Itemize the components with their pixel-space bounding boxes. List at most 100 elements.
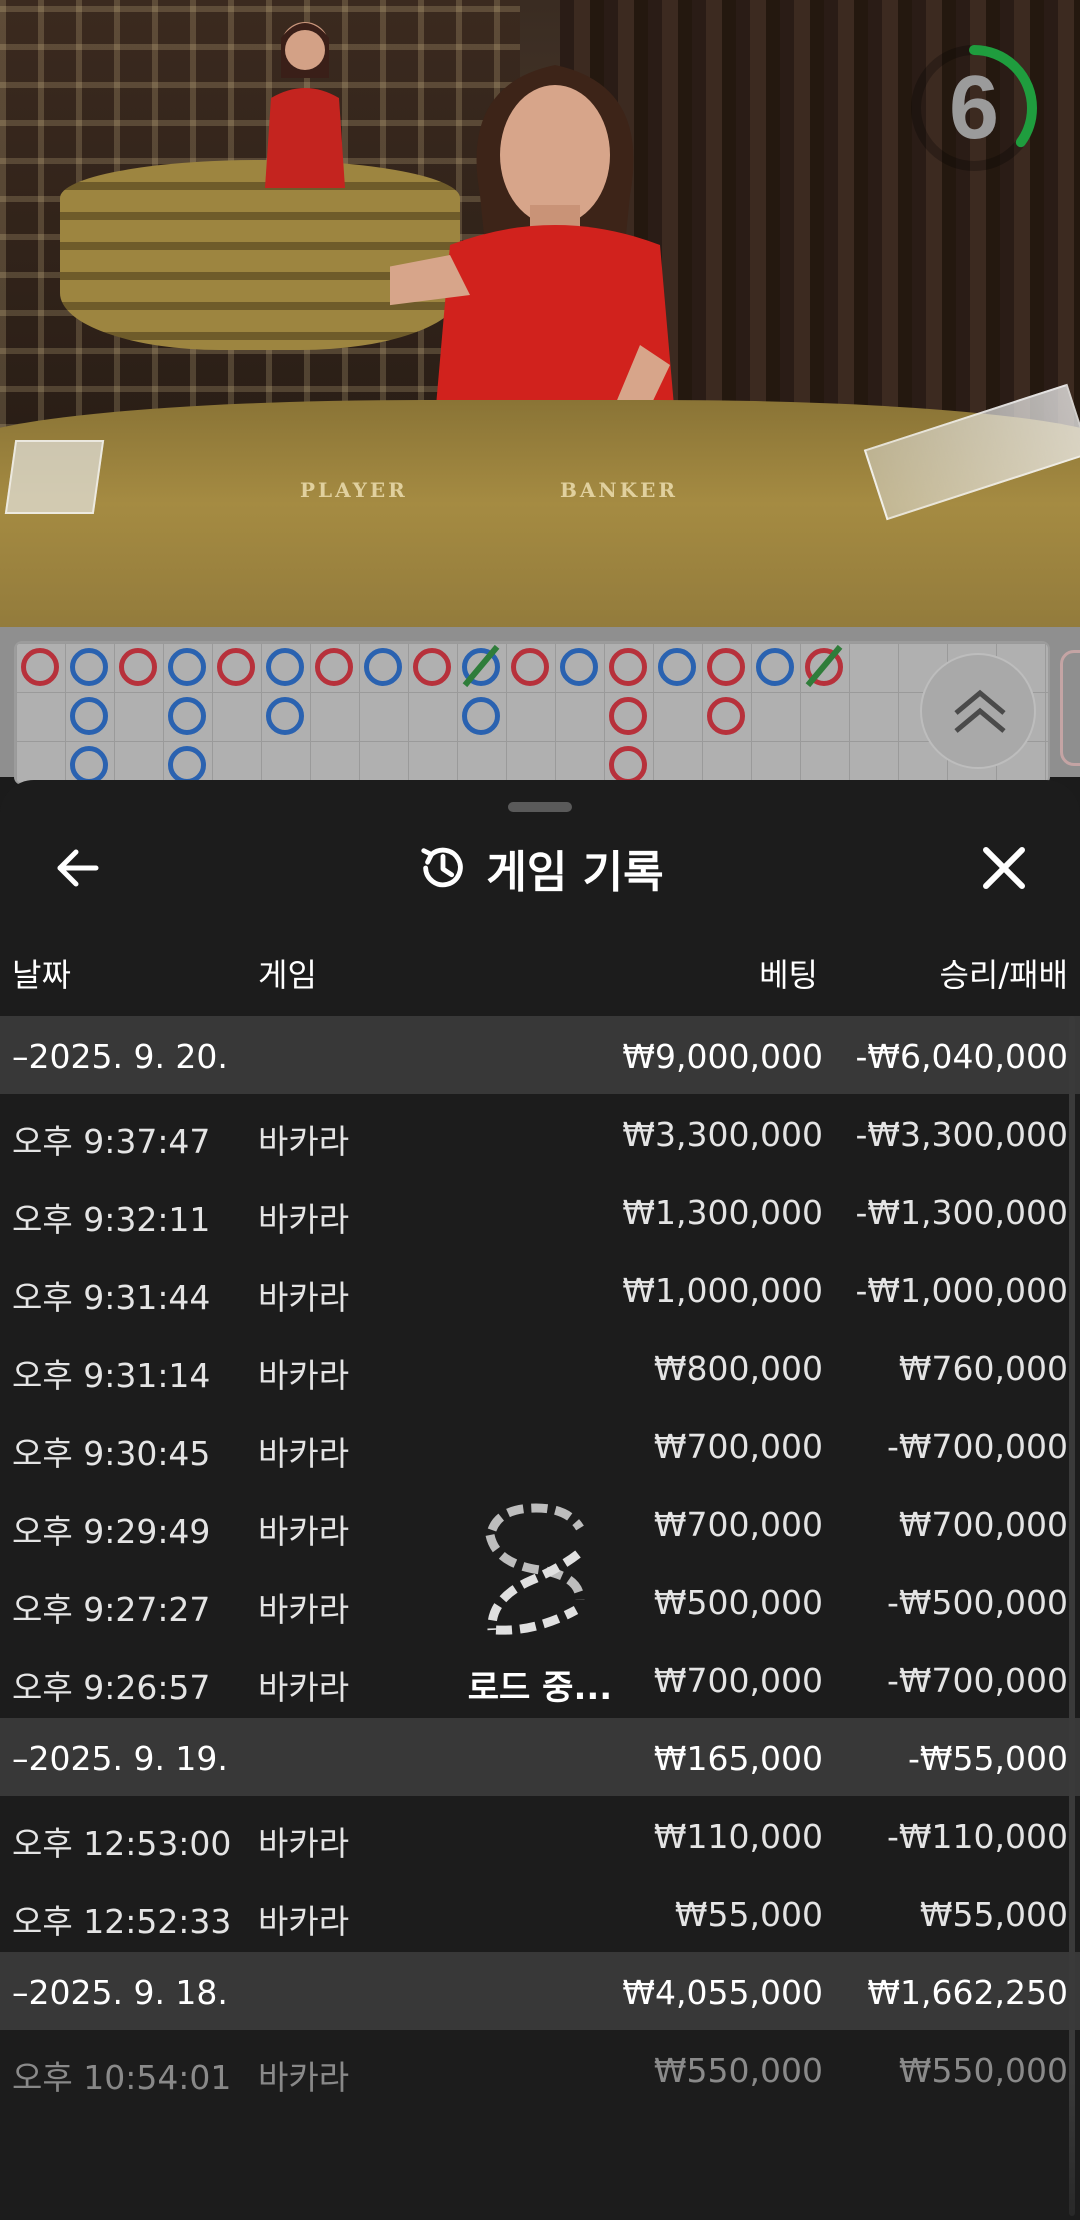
live-video-feed: PLAYER BANKER 6 [0, 0, 1080, 627]
row-bet: ₩55,000 [674, 1895, 823, 1934]
row-date: –2025. 9. 19. [12, 1739, 228, 1778]
bead-red [609, 746, 647, 784]
bead-red [707, 648, 745, 686]
row-game: 바카라 [258, 1824, 350, 1863]
sheet-header: 게임 기록 [0, 828, 1080, 908]
bead-red [707, 697, 745, 735]
row-game: 바카라 [258, 2058, 350, 2097]
bead-blue [462, 697, 500, 735]
row-bet: ₩800,000 [653, 1349, 823, 1388]
row-date: –2025. 9. 18. [12, 1973, 228, 2012]
expand-road-button[interactable] [920, 653, 1036, 769]
row-game: 바카라 [258, 1356, 350, 1395]
close-icon [983, 847, 1025, 889]
table-row[interactable]: 오후 12:52:33 바카라 ₩55,000 ₩55,000 [0, 1874, 1080, 1952]
row-bet: ₩700,000 [653, 1505, 823, 1544]
row-date: –2025. 9. 20. [12, 1037, 228, 1076]
bead-red [609, 648, 647, 686]
row-winloss: -₩55,000 [907, 1739, 1068, 1778]
row-bet: ₩700,000 [653, 1661, 823, 1700]
card-shoe [4, 440, 105, 514]
row-game: 바카라 [258, 1668, 350, 1707]
row-date: 오후 9:30:45 [12, 1434, 211, 1473]
row-date: 오후 10:54:01 [12, 2058, 232, 2097]
felt-banker-label: BANKER [560, 478, 678, 502]
bead-blue [70, 697, 108, 735]
row-date: 오후 9:31:14 [12, 1356, 211, 1395]
table-row[interactable]: 오후 9:30:45 바카라 ₩700,000 -₩700,000 [0, 1406, 1080, 1484]
row-bet: ₩110,000 [653, 1817, 823, 1856]
row-winloss: -₩700,000 [886, 1661, 1068, 1700]
secondary-road-edge[interactable] [1060, 650, 1080, 766]
countdown-timer-value: 6 [948, 58, 1000, 158]
row-winloss: -₩500,000 [886, 1583, 1068, 1622]
header-date: 날짜 [12, 956, 71, 994]
row-winloss: -₩700,000 [886, 1427, 1068, 1466]
bead-red [413, 648, 451, 686]
table-row[interactable]: –2025. 9. 19. ₩165,000 -₩55,000 [0, 1718, 1080, 1796]
history-icon [421, 847, 464, 888]
table-row[interactable]: 오후 12:53:00 바카라 ₩110,000 -₩110,000 [0, 1796, 1080, 1874]
sheet-title: 게임 기록 [486, 847, 664, 898]
sheet-drag-handle[interactable] [508, 802, 572, 812]
row-game: 바카라 [258, 1200, 350, 1239]
bead-blue [560, 648, 598, 686]
row-game: 바카라 [258, 1902, 350, 1941]
header-game: 게임 [258, 956, 317, 994]
bead-red [21, 648, 59, 686]
row-bet: ₩1,300,000 [622, 1193, 823, 1232]
bead-blue [168, 697, 206, 735]
bead-red [217, 648, 255, 686]
loading-text: 로드 중... [467, 1668, 613, 1708]
chevron-double-up-icon [954, 689, 1006, 733]
row-date: 오후 9:31:44 [12, 1278, 211, 1317]
row-winloss: ₩760,000 [898, 1349, 1068, 1388]
bead-blue [364, 648, 402, 686]
row-date: 오후 12:52:33 [12, 1902, 232, 1941]
bead-blue [168, 648, 206, 686]
table-row[interactable]: 오후 9:37:47 바카라 ₩3,300,000 -₩3,300,000 [0, 1094, 1080, 1172]
row-bet: ₩500,000 [653, 1583, 823, 1622]
table-row[interactable]: 오후 9:32:11 바카라 ₩1,300,000 -₩1,300,000 [0, 1172, 1080, 1250]
row-game: 바카라 [258, 1278, 350, 1317]
header-winloss: 승리/패배 [939, 956, 1068, 994]
row-bet: ₩1,000,000 [622, 1271, 823, 1310]
row-date: 오후 9:27:27 [12, 1590, 211, 1629]
background-dealer [265, 22, 345, 188]
bead-red [609, 697, 647, 735]
close-button[interactable] [976, 840, 1032, 896]
table-row[interactable]: –2025. 9. 20. ₩9,000,000 -₩6,040,000 [0, 1016, 1080, 1094]
table-row[interactable]: 오후 10:54:01 바카라 ₩550,000 ₩550,000 [0, 2030, 1080, 2108]
row-bet: ₩4,055,000 [622, 1973, 823, 2012]
row-winloss: ₩700,000 [898, 1505, 1068, 1544]
table-row[interactable]: 오후 9:31:44 바카라 ₩1,000,000 -₩1,000,000 [0, 1250, 1080, 1328]
row-date: 오후 9:26:57 [12, 1668, 211, 1707]
game-history-sheet: 게임 기록 날짜 게임 베팅 승리/패배 –2025. 9. 20. ₩9,00… [0, 780, 1080, 2220]
table-row[interactable]: 오후 9:31:14 바카라 ₩800,000 ₩760,000 [0, 1328, 1080, 1406]
bead-red [511, 648, 549, 686]
bead-blue [70, 648, 108, 686]
loading-indicator: 로드 중... [440, 1480, 640, 1720]
bead-blue [756, 648, 794, 686]
row-winloss: -₩6,040,000 [855, 1037, 1069, 1076]
row-winloss: -₩3,300,000 [855, 1115, 1069, 1154]
bead-red [315, 648, 353, 686]
bead-blue [658, 648, 696, 686]
bead-blue [266, 648, 304, 686]
row-bet: ₩165,000 [653, 1739, 823, 1778]
row-bet: ₩550,000 [653, 2051, 823, 2090]
bead-blue [266, 697, 304, 735]
header-bet: 베팅 [759, 956, 818, 994]
row-bet: ₩700,000 [653, 1427, 823, 1466]
list-scrollbar[interactable] [1069, 1016, 1075, 2216]
bead-blue [70, 746, 108, 784]
bead-road-grid[interactable] [14, 641, 1050, 785]
row-winloss: -₩110,000 [886, 1817, 1068, 1856]
row-game: 바카라 [258, 1434, 350, 1473]
row-winloss: ₩1,662,250 [867, 1973, 1068, 2012]
table-row[interactable]: –2025. 9. 18. ₩4,055,000 ₩1,662,250 [0, 1952, 1080, 2030]
row-date: 오후 9:29:49 [12, 1512, 211, 1551]
row-date: 오후 12:53:00 [12, 1824, 232, 1863]
row-winloss: ₩55,000 [919, 1895, 1068, 1934]
row-game: 바카라 [258, 1122, 350, 1161]
